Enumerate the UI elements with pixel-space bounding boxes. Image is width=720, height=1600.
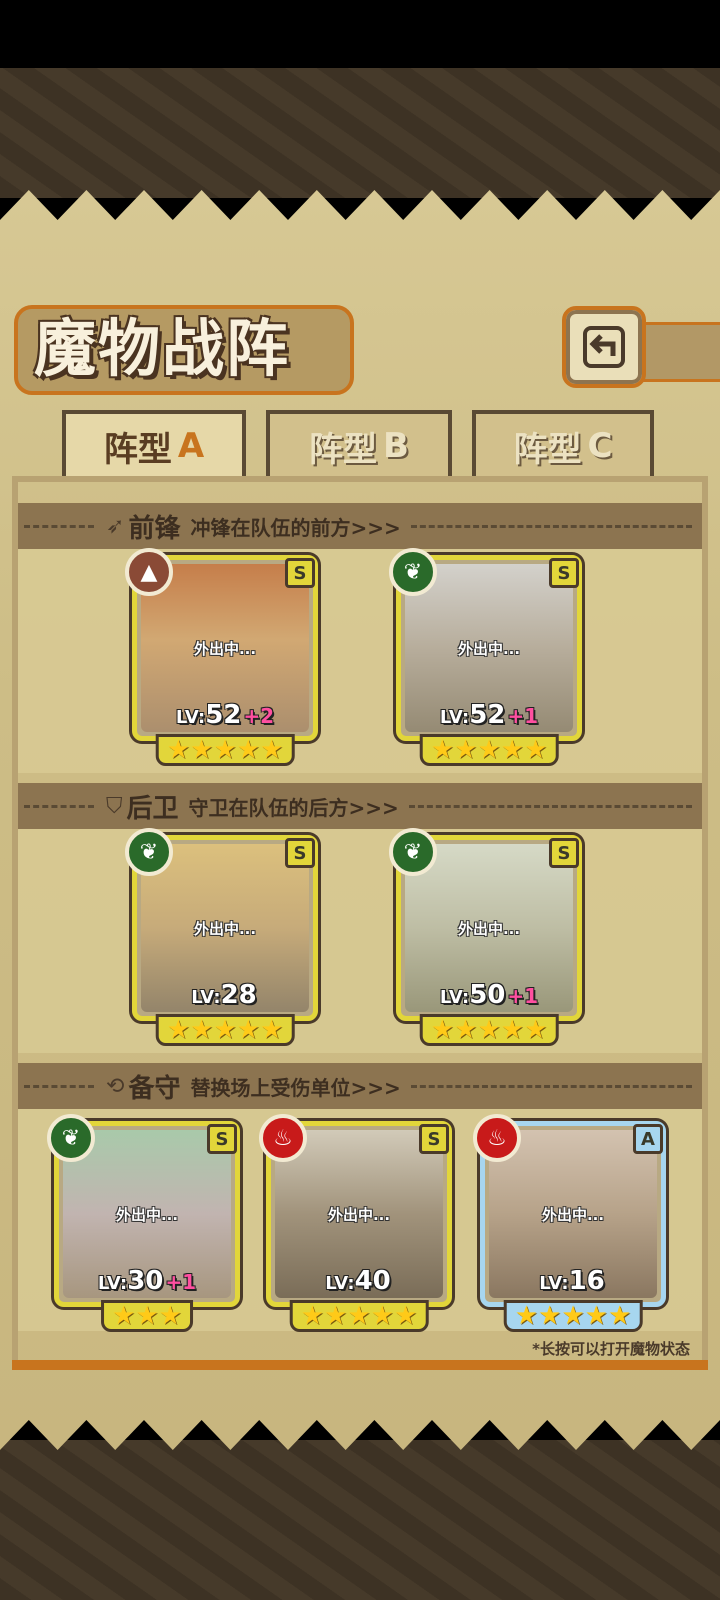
tab-suffix: C [587,426,613,466]
back-arrow-icon [583,326,625,368]
unit-card[interactable]: 外出中... LV:52 +1 S ❦ ★★★★★ [389,548,582,766]
tab-label: 阵型 [309,429,378,470]
section-desc: 冲锋在队伍的前方>>> [190,515,401,540]
tab-formation-c[interactable]: 阵型 C [472,410,654,478]
unit-level: LV:30 +1 [97,1266,197,1296]
away-status: 外出中... [193,920,257,938]
nature-element-icon: ❦ [47,1114,95,1162]
unit-level: LV:40 [325,1266,391,1296]
rear-slots [18,829,702,1053]
star-rating: ★★★★★ [419,1014,559,1046]
section-header-front: ➶ 前锋 冲锋在队伍的前方>>> [18,503,702,549]
nature-element-icon: ❦ [125,828,173,876]
map-background-bottom [0,1440,720,1600]
tab-formation-b[interactable]: 阵型 B [266,410,452,478]
fire-element-icon: ♨ [473,1114,521,1162]
sword-icon: ➶ [106,513,125,539]
section-header-rear: ⛉ 后卫 守卫在队伍的后方>>> [18,783,702,829]
rank-badge: S [207,1124,237,1154]
unit-card[interactable]: 外出中... LV:50 +1 S ❦ ★★★★★ [389,828,582,1046]
tab-formation-a[interactable]: 阵型 A [62,410,246,478]
unit-card[interactable]: 外出中... LV:30 +1 S ❦ ★★★ [47,1114,240,1332]
earth-element-icon: ▲ [125,548,173,596]
map-background-top [0,68,720,198]
nature-element-icon: ❦ [389,548,437,596]
page-title: 魔物战阵 [34,312,291,385]
away-status: 外出中... [457,920,521,938]
away-status: 外出中... [457,640,521,658]
front-slots [18,549,702,773]
rank-badge: S [419,1124,449,1154]
star-rating: ★★★★★ [503,1300,643,1332]
section-title: 备守 [128,1073,181,1104]
star-rating: ★★★★★ [155,734,295,766]
shield-icon: ⛉ [106,793,123,819]
section-desc: 替换场上受伤单位>>> [190,1075,401,1100]
section-title: 后卫 [126,793,179,824]
unit-card[interactable]: 外出中... LV:16 A ♨ ★★★★★ [473,1114,666,1332]
tab-suffix: A [177,426,205,466]
status-bar [0,0,720,68]
away-status: 外出中... [327,1206,391,1224]
fire-element-icon: ♨ [259,1114,307,1162]
section-title: 前锋 [128,513,181,544]
unit-card[interactable]: 外出中... LV:28 S ❦ ★★★★★ [125,828,318,1046]
away-status: 外出中... [541,1206,605,1224]
rank-badge: S [285,558,315,588]
back-button[interactable] [562,306,646,388]
away-status: 外出中... [115,1206,179,1224]
rank-badge: S [549,558,579,588]
star-rating: ★★★★★ [289,1300,429,1332]
unit-level: LV:52 +2 [175,700,275,730]
section-desc: 守卫在队伍的后方>>> [188,795,399,820]
section-header-reserve: ⟲ 备守 替换场上受伤单位>>> [18,1063,702,1109]
unit-level: LV:52 +1 [439,700,539,730]
away-status: 外出中... [193,640,257,658]
swap-icon: ⟲ [106,1073,125,1099]
unit-card[interactable]: 外出中... LV:40 S ♨ ★★★★★ [259,1114,452,1332]
star-rating: ★★★★★ [419,734,559,766]
unit-level: LV:28 [191,980,257,1010]
nature-element-icon: ❦ [389,828,437,876]
tab-suffix: B [383,426,409,466]
star-rating: ★★★★★ [155,1014,295,1046]
formation-tabs: 阵型 A 阵型 B 阵型 C [12,410,708,478]
unit-level: LV:16 [539,1266,605,1296]
star-rating: ★★★ [101,1300,193,1332]
rank-badge: S [549,838,579,868]
tab-label: 阵型 [513,429,582,470]
rank-badge: A [633,1124,663,1154]
tab-label: 阵型 [103,429,172,470]
unit-card[interactable]: 外出中... LV:52 +2 S ▲ ★★★★★ [125,548,318,766]
panel-bottom-edge [12,1360,708,1370]
footer-hint: *长按可以打开魔物状态 [532,1340,690,1358]
rank-badge: S [285,838,315,868]
unit-level: LV:50 +1 [439,980,539,1010]
